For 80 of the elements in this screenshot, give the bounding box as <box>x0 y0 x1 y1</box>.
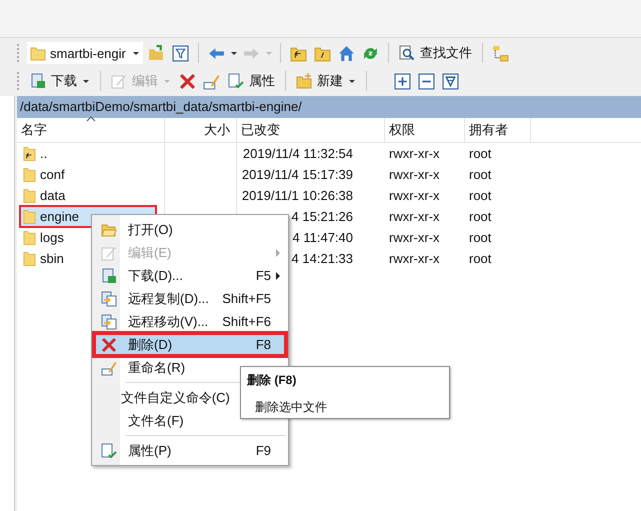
permissions: rwxr-xr-x <box>388 188 441 203</box>
expand-icon[interactable] <box>394 72 411 90</box>
column-header[interactable]: 权限 <box>385 118 465 142</box>
tooltip-title: 删除 (F8) <box>247 372 298 389</box>
path-bar: /data/smartbiDemo/smartbi_data/smartbi-engine/ <box>17 96 641 118</box>
modified-date: 2019/11/1 10:26:38 <box>242 188 353 203</box>
owner: root <box>468 209 492 224</box>
modified-date: 4 11:47:40 <box>292 230 353 245</box>
find-files-button[interactable]: 查找文件 <box>396 42 475 64</box>
folder-icon <box>30 45 46 61</box>
owner: root <box>468 230 492 245</box>
file-name[interactable]: data <box>21 186 68 205</box>
column-header[interactable]: 拥有者 <box>465 118 531 142</box>
new-button[interactable]: 新建 <box>293 70 359 92</box>
owner: root <box>468 188 492 203</box>
permissions: rwxr-xr-x <box>388 251 441 266</box>
rename-icon[interactable] <box>203 72 220 90</box>
folder-tree-icon[interactable] <box>492 44 509 62</box>
permissions: rwxr-xr-x <box>388 230 441 245</box>
download-icon <box>30 73 46 89</box>
menu-item[interactable]: 删除(D) F8 <box>94 333 286 356</box>
download-icon <box>101 268 117 284</box>
properties-icon <box>228 73 244 89</box>
caret-icon <box>348 77 356 85</box>
caret-icon <box>132 49 140 57</box>
owner: root <box>468 251 492 266</box>
open-folder-icon <box>101 222 117 238</box>
folder-icon <box>23 250 36 266</box>
folder-icon <box>23 166 36 182</box>
owner: root <box>468 167 492 182</box>
folder-dropdown[interactable]: smartbi-engir <box>27 42 143 64</box>
menu-item[interactable]: 远程移动(V)... Shift+F6 <box>94 310 286 333</box>
delete-icon <box>101 336 117 352</box>
permissions: rwxr-xr-x <box>388 209 441 224</box>
permissions: rwxr-xr-x <box>388 146 441 161</box>
column-header[interactable]: 已改变 <box>237 118 385 142</box>
properties-button[interactable]: 属性 <box>225 70 278 92</box>
delete-icon[interactable] <box>179 72 196 90</box>
folder-icon <box>23 208 36 224</box>
tooltip-text: 删除选中文件 <box>254 399 328 416</box>
collapse-icon[interactable] <box>418 72 435 90</box>
edit-icon <box>111 73 127 89</box>
file-name[interactable]: sbin <box>21 249 66 268</box>
filter-select-icon[interactable] <box>442 72 459 90</box>
rename-icon <box>101 360 117 376</box>
folder-icon <box>23 188 36 204</box>
modified-date: 4 14:21:33 <box>292 251 353 266</box>
submenu-arrow-icon <box>275 272 281 280</box>
copy-icon <box>101 314 117 330</box>
file-name[interactable]: .. <box>21 144 50 163</box>
modified-date: 4 15:21:26 <box>292 209 353 224</box>
sort-caret-icon <box>86 116 96 122</box>
caret-icon[interactable] <box>230 49 238 57</box>
modified-date: 2019/11/4 11:32:54 <box>242 146 353 161</box>
filter-icon[interactable] <box>172 44 189 62</box>
folder-icon <box>23 230 36 246</box>
permissions: rwxr-xr-x <box>388 167 441 182</box>
edit-icon <box>101 244 117 260</box>
search-icon <box>399 45 415 61</box>
modified-date: 2019/11/4 15:17:39 <box>242 167 353 182</box>
copy-icon <box>101 290 117 306</box>
new-folder-icon <box>296 73 312 89</box>
caret-icon <box>82 77 90 85</box>
menu-item[interactable]: 下载(D)... F5 <box>94 264 286 287</box>
root-folder-icon[interactable] <box>314 44 331 62</box>
column-header[interactable]: 大小 <box>165 118 237 142</box>
file-name[interactable]: logs <box>21 228 66 247</box>
file-name[interactable]: conf <box>21 165 67 184</box>
owner: root <box>468 146 492 161</box>
menu-item[interactable]: 属性(P) F9 <box>94 439 286 462</box>
menu-item[interactable]: 远程复制(D)... Shift+F5 <box>94 287 286 310</box>
download-button[interactable]: 下载 <box>27 70 93 92</box>
home-icon[interactable] <box>338 44 355 62</box>
parent-folder-icon <box>23 146 36 162</box>
open-folder-icon[interactable] <box>148 44 165 62</box>
parent-folder-icon[interactable] <box>290 44 307 62</box>
caret-icon <box>163 77 171 85</box>
submenu-arrow-icon <box>275 248 281 256</box>
column-header[interactable]: 名字 <box>17 118 165 142</box>
properties-icon <box>101 442 117 458</box>
